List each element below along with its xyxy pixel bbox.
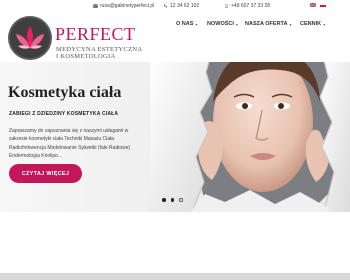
slider-dot-3[interactable] bbox=[179, 198, 183, 202]
lotus-logo[interactable] bbox=[6, 14, 54, 62]
read-more-button[interactable]: CZYTAJ WIĘCEJ bbox=[9, 164, 82, 183]
caret-down-icon: ▾ bbox=[289, 21, 292, 27]
hero-desc-line: zakresie kosmetyki ciała Techniki Masażu… bbox=[9, 136, 114, 143]
phone2-text: +48 607 37 33 28 bbox=[231, 3, 271, 9]
slider-dot-2[interactable] bbox=[170, 198, 174, 202]
phone1-text: 12 34 62 102 bbox=[170, 3, 200, 9]
brand-tagline-2: I KOSMETOLOGIA bbox=[56, 53, 116, 60]
flag-uk-icon[interactable] bbox=[310, 3, 316, 7]
hero-title: Kosmetyka ciała bbox=[8, 84, 122, 101]
caret-down-icon: ▾ bbox=[195, 21, 198, 27]
caret-down-icon: ▾ bbox=[235, 21, 238, 27]
site-header: PERFECT MEDYCYNA ESTETYCZNA I KOSMETOLOG… bbox=[0, 12, 350, 64]
flag-pl-icon[interactable] bbox=[320, 3, 326, 7]
mobile-link[interactable]: +48 607 37 33 28 bbox=[224, 3, 270, 9]
nav-news-label: NOWOŚCI bbox=[207, 21, 234, 27]
slider-dot-1[interactable] bbox=[162, 198, 166, 202]
brand-name[interactable]: PERFECT bbox=[55, 24, 136, 45]
section-divider-band bbox=[0, 273, 350, 280]
hero-description: Zapraszamy do zapoznania się z naszymi u… bbox=[9, 127, 159, 160]
nav-about-label: O NAS bbox=[176, 21, 194, 27]
hero-subtitle: ZABIEGI Z DZIEDZINY KOSMETYKA CIAŁA bbox=[9, 111, 119, 117]
nav-about[interactable]: O NAS ▾ bbox=[176, 21, 197, 27]
hero-desc-line: Zapraszamy do zapoznania się z naszymi u… bbox=[9, 128, 129, 134]
nav-offer[interactable]: NASZA OFERTA ▾ bbox=[245, 21, 292, 27]
brand-tagline-1: MEDYCYNA ESTETYCZNA bbox=[56, 46, 143, 53]
nav-pricing-label: CENNIK bbox=[300, 21, 322, 27]
content-area bbox=[0, 212, 350, 280]
nav-pricing[interactable]: CENNIK ▾ bbox=[300, 21, 325, 27]
mobile-icon bbox=[225, 4, 228, 8]
email-icon bbox=[93, 4, 98, 8]
caret-down-icon: ▾ bbox=[323, 21, 326, 27]
hero-desc-line: Radiofrekwencja Modelowanie Sylwetki (fa… bbox=[9, 144, 131, 151]
hero-desc-line: Endermologia Kriolipo... bbox=[9, 152, 63, 159]
phone-link[interactable]: 12 34 62 102 bbox=[163, 3, 199, 9]
email-text: rusa@gabinetyperfect.pl bbox=[100, 3, 155, 9]
nav-offer-label: NASZA OFERTA bbox=[245, 21, 288, 27]
slider-pagination bbox=[162, 198, 183, 202]
email-link[interactable]: rusa@gabinetyperfect.pl bbox=[93, 3, 154, 9]
top-contact-bar: rusa@gabinetyperfect.pl 12 34 62 102 +48… bbox=[0, 0, 350, 12]
nav-news[interactable]: NOWOŚCI ▾ bbox=[207, 21, 238, 27]
phone-icon bbox=[164, 4, 168, 8]
